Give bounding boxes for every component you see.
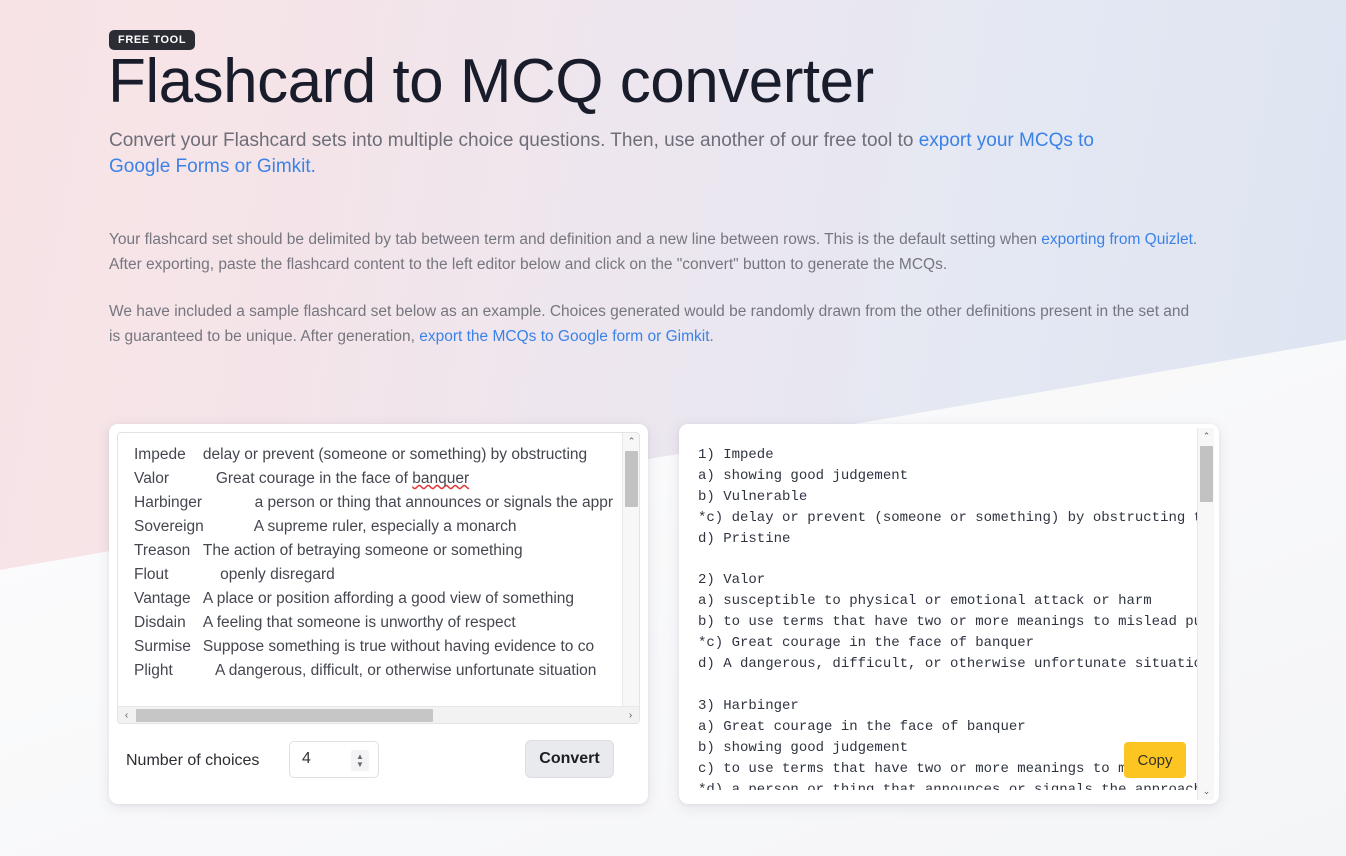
number-of-choices-input[interactable]: 4 ▲ ▼ [289, 741, 379, 778]
instructions-paragraph-2: We have included a sample flashcard set … [109, 300, 1204, 349]
instructions-paragraph-1: Your flashcard set should be delimited b… [109, 228, 1204, 277]
para2-text-b: . [709, 327, 714, 345]
number-of-choices-value[interactable]: 4 [302, 750, 311, 768]
editor-line-1: Impede delay or prevent (someone or some… [134, 446, 588, 463]
flashcard-input-panel: Impede delay or prevent (someone or some… [109, 424, 648, 804]
spellcheck-misspelled-word: banquer [412, 470, 470, 487]
editor-horizontal-scroll-thumb[interactable] [136, 709, 433, 722]
flashcard-editor-text[interactable]: Impede delay or prevent (someone or some… [134, 443, 614, 713]
editor-remaining-lines: Harbinger a person or thing that announc… [134, 494, 614, 679]
scroll-up-icon[interactable]: ⌃ [623, 433, 639, 450]
stepper-down-icon[interactable]: ▼ [356, 760, 364, 769]
copy-button[interactable]: Copy [1124, 742, 1186, 778]
editor-vertical-scroll-thumb[interactable] [625, 451, 638, 507]
number-stepper-icon[interactable]: ▲ ▼ [351, 750, 369, 771]
number-of-choices-label: Number of choices [126, 752, 260, 769]
para1-text-a: Your flashcard set should be delimited b… [109, 231, 1042, 248]
output-scroll-up-icon[interactable]: ⌃ [1198, 428, 1215, 445]
page-title: Flashcard to MCQ converter [108, 47, 874, 116]
editor-vertical-scrollbar[interactable]: ⌃ ⌄ [622, 433, 639, 723]
editor-horizontal-scrollbar[interactable]: ‹ › [118, 706, 639, 723]
editor-controls-bar: Number of choices 4 ▲ ▼ Convert [109, 730, 648, 800]
output-vertical-scroll-thumb[interactable] [1200, 446, 1213, 502]
subtitle-text: Convert your Flashcard sets into multipl… [109, 130, 919, 151]
convert-button[interactable]: Convert [525, 740, 614, 778]
mcq-output-text[interactable]: 1) Impede a) showing good judgement b) V… [698, 445, 1198, 790]
exporting-from-quizlet-link[interactable]: exporting from Quizlet [1041, 231, 1193, 248]
export-mcqs-link[interactable]: export the MCQs to Google form or Gimkit [419, 328, 709, 345]
scroll-left-icon[interactable]: ‹ [118, 707, 135, 723]
output-vertical-scrollbar[interactable]: ⌃ ⌄ [1197, 428, 1214, 800]
editor-line-2-prefix: Valor Great courage in the face of [134, 470, 413, 487]
flashcard-editor[interactable]: Impede delay or prevent (someone or some… [117, 432, 640, 724]
page-root: FREE TOOL Flashcard to MCQ converter Con… [0, 0, 1346, 856]
scroll-right-icon[interactable]: › [622, 707, 639, 723]
page-subtitle: Convert your Flashcard sets into multipl… [109, 128, 1109, 180]
output-scroll-down-icon[interactable]: ⌄ [1198, 783, 1215, 800]
